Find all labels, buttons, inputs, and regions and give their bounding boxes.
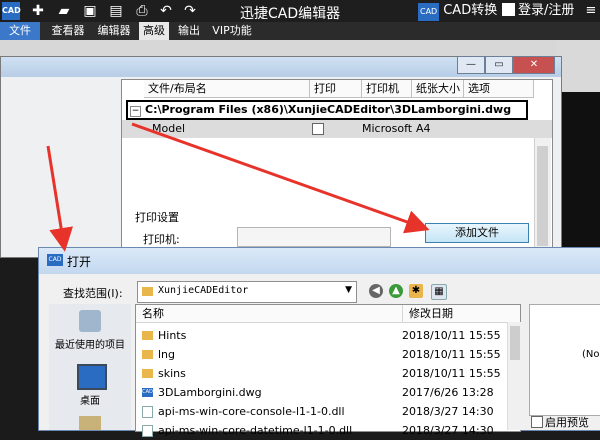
open-dialog-title: 打开 [67,255,92,269]
file-name: lng [158,348,176,361]
libraries-icon[interactable] [79,416,101,430]
enable-preview-checkbox[interactable] [531,416,543,428]
login-label: 登录/注册 [518,3,575,18]
tab-viewer[interactable]: 查看器 [46,22,90,40]
column-header-paper[interactable]: 纸张大小 [412,80,464,98]
file-name: skins [158,367,186,380]
dll-file-icon [142,425,153,437]
enable-preview-label: 启用预览 [545,416,589,429]
folder-icon [142,331,153,340]
back-icon[interactable]: ◀ [369,284,383,298]
file-path: C:\Program Files (x86)\XunjieCADEditor\3… [145,103,512,116]
file-date: 2017/6/26 13:28 [402,386,494,399]
collapse-icon[interactable]: − [130,106,141,117]
tab-file[interactable]: 文件 [0,22,40,40]
open-file-dialog: CAD 打开 查找范围(I): XunjieCADEditor ▼ ◀ ▲ ✱ … [38,247,600,437]
print-icon[interactable]: ⎙ [134,3,150,19]
save-icon[interactable]: ▣ [82,3,98,19]
ribbon-right-panel [556,40,600,92]
folder-icon [142,369,153,378]
file-date: 2018/3/27 14:30 [402,405,494,418]
add-file-button[interactable]: 添加文件 [425,223,529,243]
redo-icon[interactable]: ↷ [182,3,198,19]
tab-output[interactable]: 输出 [174,22,204,40]
tab-advanced[interactable]: 高级 [139,22,169,40]
preview-pane: (No [529,304,600,416]
file-row[interactable]: api-ms-win-core-console-l1-1-0.dll 2018/… [136,402,516,421]
column-header-date[interactable]: 修改日期 [402,305,520,323]
dwg-file-icon: CAD [142,388,153,397]
look-in-label: 查找范围(I): [63,287,123,300]
login-button[interactable]: 登录/注册 [502,2,574,20]
open-dialog-titlebar [39,248,600,274]
printer-label: 打印机: [143,233,180,246]
scrollbar-thumb[interactable] [537,146,548,246]
new-folder-icon[interactable]: ✱ [409,284,423,298]
up-folder-icon[interactable]: ▲ [389,284,403,298]
folder-icon [142,287,153,296]
look-in-dropdown[interactable]: XunjieCADEditor ▼ [137,281,357,303]
layout-name: Model [152,122,186,135]
new-icon[interactable]: ✚ [30,3,46,19]
places-bar: 最近使用的项目 桌面 [49,304,131,430]
undo-icon[interactable]: ↶ [158,3,174,19]
layout-printer: Microsoft [362,122,413,135]
look-in-value: XunjieCADEditor [158,285,249,296]
save-as-icon[interactable]: ▤ [108,3,124,19]
column-header-printer[interactable]: 打印机 [362,80,412,98]
file-name: 3DLamborgini.dwg [158,386,262,399]
view-menu-icon[interactable]: ▦ [431,284,447,300]
open-folder-icon[interactable]: ▰ [56,3,72,19]
print-checkbox[interactable] [312,123,324,135]
printer-select[interactable] [237,227,391,247]
folder-icon [142,350,153,359]
place-recent[interactable]: 最近使用的项目 [49,336,131,351]
layout-paper-size: A4 [416,122,431,135]
file-name: api-ms-win-core-console-l1-1-0.dll [158,405,345,418]
close-button[interactable]: ✕ [513,56,555,74]
scrollbar-thumb[interactable] [510,326,520,360]
tab-vip[interactable]: VIP功能 [208,22,256,40]
table-scrollbar[interactable] [534,138,551,258]
cad-convert-label: CAD转换 [443,3,498,18]
column-header-name[interactable]: 名称 [136,305,402,323]
print-settings-label: 打印设置 [135,211,179,224]
print-dialog: — ▭ ✕ 文件/布局名 打印 打印机 纸张大小 选项 − C:\Program … [0,56,562,263]
minimize-button[interactable]: — [457,56,485,74]
chevron-down-icon[interactable]: ▼ [345,285,352,295]
file-row[interactable]: api-ms-win-core-datetime-l1-1-0.dll 2018… [136,421,516,440]
file-path-row[interactable]: − C:\Program Files (x86)\XunjieCADEditor\… [126,100,528,120]
file-row[interactable]: CAD 3DLamborgini.dwg 2017/6/26 13:28 [136,383,516,402]
column-header-options[interactable]: 选项 [464,80,534,98]
file-date: 2018/10/11 15:55 [402,348,501,361]
file-row[interactable]: skins 2018/10/11 15:55 [136,364,516,383]
file-date: 2018/10/11 15:55 [402,329,501,342]
place-desktop[interactable]: 桌面 [49,392,131,407]
user-icon [502,3,515,16]
file-name: Hints [158,329,187,342]
maximize-button[interactable]: ▭ [485,56,513,74]
file-date: 2018/3/27 14:30 [402,424,494,437]
column-header-file[interactable]: 文件/布局名 [144,80,310,98]
file-row[interactable]: Hints 2018/10/11 15:55 [136,326,516,345]
layout-row-model[interactable]: Model Microsoft A4 [122,120,552,138]
desktop-icon[interactable] [77,364,107,390]
app-title: 迅捷CAD编辑器 [240,6,341,22]
app-icon: CAD [47,254,63,266]
tab-editor[interactable]: 编辑器 [92,22,136,40]
app-logo: CAD [2,2,21,20]
cad-convert-icon: CAD [418,3,440,21]
file-list: 名称 修改日期 Hints 2018/10/11 15:55 lng 2018/… [135,304,521,437]
cad-convert-button[interactable]: CAD CAD转换 [418,2,498,21]
file-date: 2018/10/11 15:55 [402,367,501,380]
preview-text: (No [582,349,600,360]
file-name: api-ms-win-core-datetime-l1-1-0.dll [158,424,353,437]
file-list-scrollbar[interactable] [507,322,522,430]
menu-icon[interactable]: ≡ [584,0,598,22]
column-header-print[interactable]: 打印 [310,80,362,98]
dll-file-icon [142,406,153,418]
menu-bar [0,22,600,40]
file-row[interactable]: lng 2018/10/11 15:55 [136,345,516,364]
recent-items-icon[interactable] [79,310,101,332]
